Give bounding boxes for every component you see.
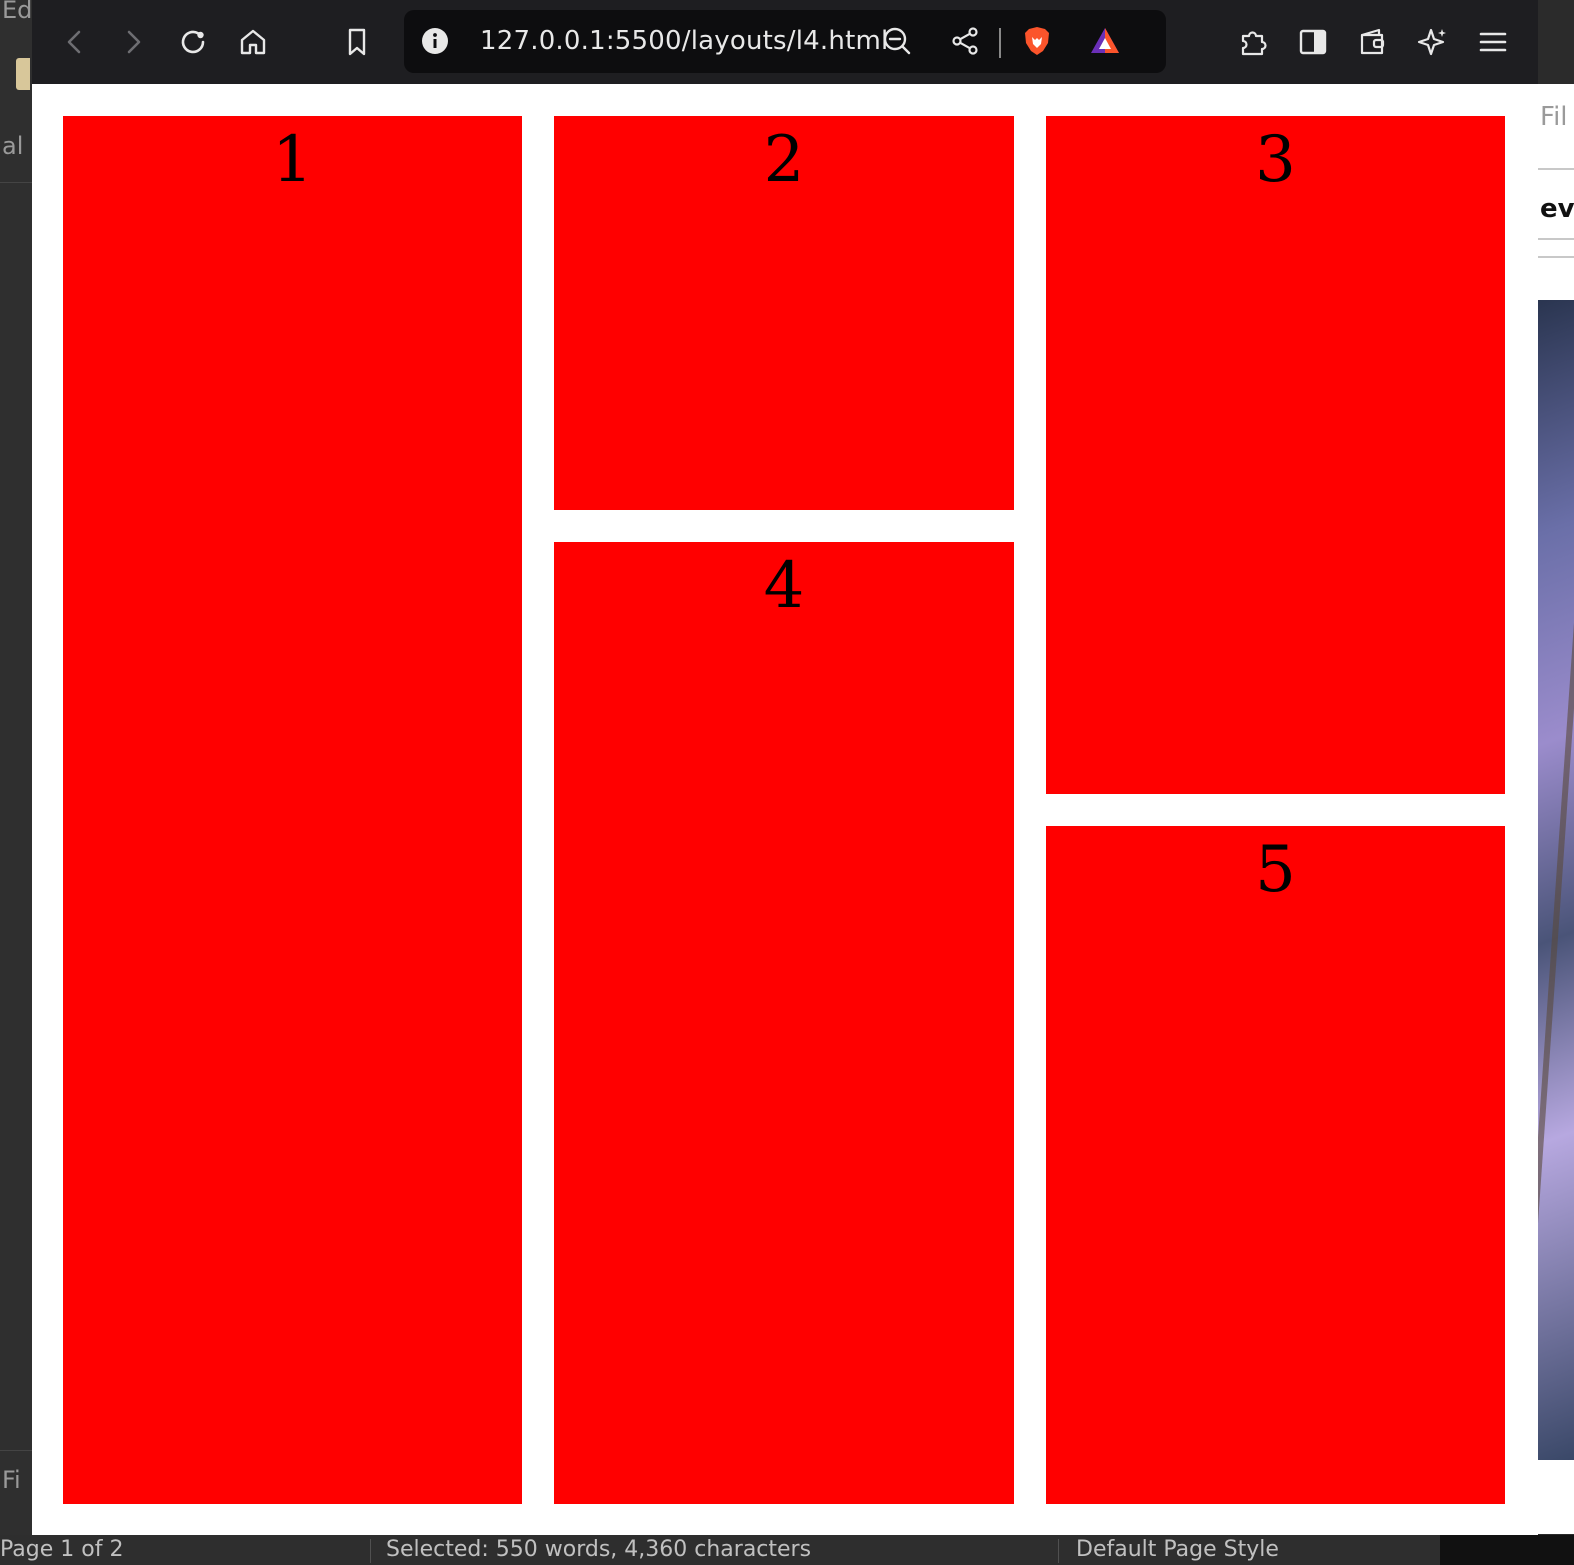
share-icon <box>952 27 978 55</box>
wallet-icon <box>1360 28 1385 55</box>
box-number: 2 <box>763 123 805 197</box>
divider <box>1058 1539 1059 1563</box>
word-count: Selected: 550 words, 4,360 characters <box>386 1537 812 1562</box>
zoom-button[interactable] <box>876 20 918 62</box>
box-number: 3 <box>1255 123 1296 197</box>
hamburger-menu-icon <box>1479 32 1507 52</box>
brave-rewards-triangle-icon <box>1091 28 1119 53</box>
chevron-left-icon <box>67 30 81 54</box>
divider <box>1538 256 1574 258</box>
background-app-right-edge: Fil evi <box>1538 84 1574 1534</box>
bookmark-button[interactable] <box>336 21 378 63</box>
main-menu-button[interactable] <box>1472 21 1514 63</box>
background-app-left-edge: Ed al Fi <box>0 0 32 1565</box>
brave-lion-icon <box>1025 27 1049 55</box>
sidebar-icon <box>1299 29 1327 55</box>
bookmark-icon <box>348 28 366 56</box>
background-label-fragment: al <box>2 132 24 160</box>
home-button[interactable] <box>232 21 274 63</box>
sidebar-button[interactable] <box>1292 21 1334 63</box>
puzzle-icon <box>1241 31 1267 56</box>
site-info-button[interactable] <box>414 20 456 62</box>
divider <box>370 1539 371 1563</box>
divider <box>1538 238 1574 240</box>
sparkle-star-icon <box>1417 28 1446 56</box>
leo-ai-button[interactable] <box>1412 21 1454 63</box>
background-tab-fragment: evi <box>1540 194 1574 224</box>
reload-icon <box>181 30 205 54</box>
grid-box-2: 2 <box>554 116 1014 510</box>
background-menu-fragment: Fil <box>1540 102 1568 132</box>
box-number: 4 <box>763 549 805 623</box>
home-icon <box>240 29 266 55</box>
background-menu-fragment: Ed <box>2 0 33 24</box>
extensions-button[interactable] <box>1232 21 1274 63</box>
chevron-right-icon <box>127 30 141 54</box>
browser-toolbar: 127.0.0.1:5500/layouts/l4.html <box>32 0 1538 84</box>
divider <box>1538 168 1574 170</box>
page-style: Default Page Style <box>1076 1537 1279 1562</box>
forward-button[interactable] <box>112 21 154 63</box>
brave-rewards-button[interactable] <box>1084 20 1126 62</box>
page-viewport: 1 2 3 4 5 <box>32 84 1538 1535</box>
brave-shields-button[interactable] <box>1016 20 1058 62</box>
wallet-button[interactable] <box>1352 21 1394 63</box>
page-count: Page 1 of 2 <box>0 1537 124 1562</box>
grid-box-4: 4 <box>554 542 1014 1504</box>
folder-icon <box>16 58 30 90</box>
grid-box-1: 1 <box>63 116 522 1504</box>
url-text[interactable]: 127.0.0.1:5500/layouts/l4.html <box>480 10 888 73</box>
address-bar[interactable]: 127.0.0.1:5500/layouts/l4.html <box>404 10 1166 73</box>
info-icon <box>422 28 448 54</box>
status-bar-end <box>1440 1535 1574 1565</box>
back-button[interactable] <box>54 21 96 63</box>
box-number: 1 <box>272 123 313 197</box>
divider <box>0 182 32 183</box>
background-find-fragment: Fi <box>2 1466 21 1494</box>
grid-box-3: 3 <box>1046 116 1505 794</box>
reload-button[interactable] <box>172 21 214 63</box>
grid-box-5: 5 <box>1046 826 1505 1504</box>
background-status-bar: Page 1 of 2 Selected: 550 words, 4,360 c… <box>0 1535 1574 1565</box>
divider <box>999 28 1001 58</box>
box-number: 5 <box>1255 833 1296 907</box>
zoom-out-icon <box>883 27 911 55</box>
share-button[interactable] <box>944 20 986 62</box>
divider <box>0 1450 32 1451</box>
